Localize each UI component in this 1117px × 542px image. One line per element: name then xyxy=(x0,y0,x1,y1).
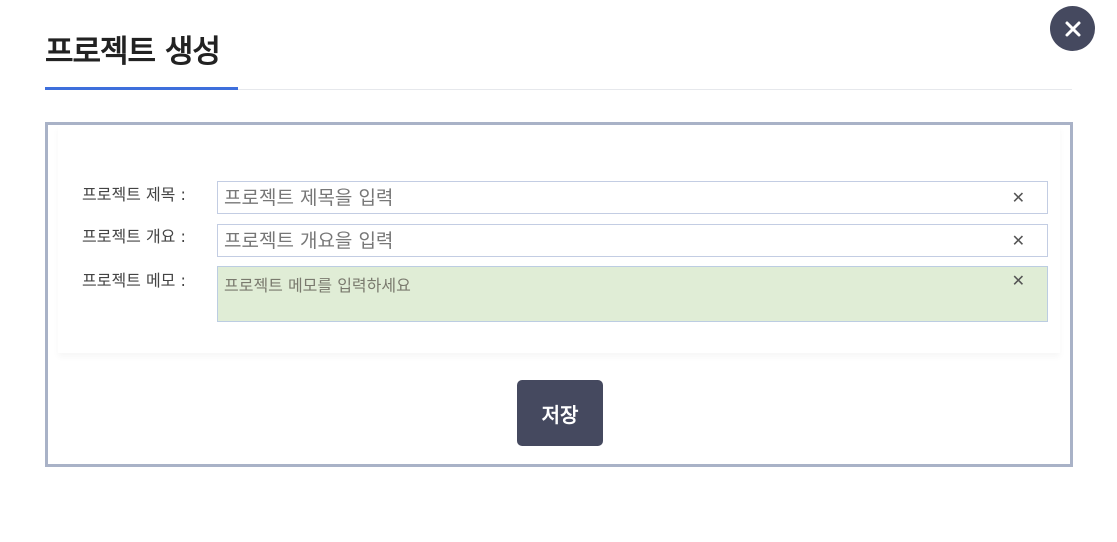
project-memo-textarea[interactable] xyxy=(218,267,1010,324)
save-button[interactable]: 저장 xyxy=(517,380,603,446)
project-overview-field: ✕ xyxy=(217,224,1048,257)
project-overview-clear-icon[interactable]: ✕ xyxy=(1012,233,1025,249)
project-memo-clear-icon[interactable]: ✕ xyxy=(1012,273,1025,289)
project-title-clear-icon[interactable]: ✕ xyxy=(1012,190,1025,206)
project-overview-input[interactable] xyxy=(218,225,1010,256)
project-overview-label: 프로젝트 개요 : xyxy=(82,227,186,246)
form-area: 프로젝트 제목 : ✕ 프로젝트 개요 : ✕ 프로젝트 메모 : ✕ xyxy=(58,125,1060,353)
project-memo-field: ✕ xyxy=(217,266,1048,324)
form-panel: 프로젝트 제목 : ✕ 프로젝트 개요 : ✕ 프로젝트 메모 : ✕ 저장 xyxy=(45,122,1073,467)
project-memo-label: 프로젝트 메모 : xyxy=(82,271,186,290)
dialog-title: 프로젝트 생성 xyxy=(45,34,221,70)
project-title-input[interactable] xyxy=(218,182,1010,213)
close-icon xyxy=(1065,21,1080,36)
project-title-field: ✕ xyxy=(217,181,1048,214)
close-button[interactable] xyxy=(1050,6,1095,51)
project-title-label: 프로젝트 제목 : xyxy=(82,185,186,204)
title-accent-underline xyxy=(45,87,238,90)
project-create-dialog: 프로젝트 생성 프로젝트 제목 : ✕ 프로젝트 개요 : ✕ 프로젝트 메모 … xyxy=(0,0,1117,542)
